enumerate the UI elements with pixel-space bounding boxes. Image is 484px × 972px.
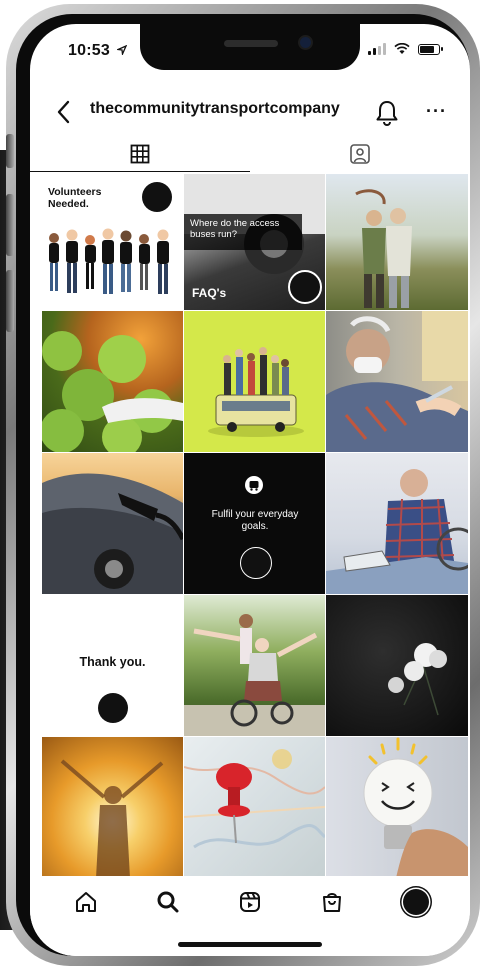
- post-heading: Volunteers Needed.: [48, 186, 102, 210]
- battery-icon: [418, 43, 443, 55]
- post-tile[interactable]: Volunteers Needed.: [42, 174, 183, 310]
- vaccine-photo: [326, 311, 468, 452]
- car-charging-photo: [42, 473, 183, 594]
- flowers-photo: [388, 643, 447, 716]
- brand-logo: [240, 547, 272, 579]
- post-tile[interactable]: Thank you.: [42, 595, 183, 736]
- signal-icon: [368, 43, 386, 55]
- post-tile[interactable]: [326, 311, 468, 452]
- nav-reels[interactable]: [236, 888, 264, 916]
- speaker: [224, 40, 278, 47]
- elderly-couple-photo: [355, 189, 412, 308]
- wifi-icon: [394, 43, 410, 54]
- post-tile[interactable]: [42, 453, 183, 594]
- post-tile[interactable]: [42, 737, 183, 878]
- post-tile[interactable]: [184, 737, 325, 878]
- post-tile[interactable]: Fulfil your everyday goals.: [184, 453, 325, 594]
- camera: [300, 37, 311, 48]
- nav-search[interactable]: [154, 888, 182, 916]
- screen: 10:53 thecommunitytransportcompany ··· V…: [30, 24, 470, 956]
- volunteers-illustration: [49, 228, 169, 294]
- nav-profile[interactable]: [402, 888, 430, 916]
- post-tile[interactable]: [326, 737, 468, 878]
- brand-logo: [98, 693, 128, 723]
- search-icon: [157, 891, 179, 913]
- post-tile[interactable]: [184, 595, 325, 736]
- brand-logo: [142, 182, 172, 212]
- map-pins-photo: [184, 749, 325, 849]
- home-icon: [76, 892, 96, 912]
- smiling-lightbulb-photo: [363, 737, 468, 878]
- shop-icon: [323, 893, 341, 912]
- post-tile[interactable]: [326, 453, 468, 594]
- post-tile[interactable]: Where do the access buses run? FAQ's: [184, 174, 325, 310]
- status-icons: [368, 43, 443, 55]
- volume-down-button: [6, 270, 14, 332]
- profile-username: thecommunitytransportcompany: [90, 100, 340, 117]
- location-arrow-icon: [115, 44, 127, 57]
- more-options-button[interactable]: ···: [426, 102, 447, 120]
- volume-up-button: [6, 194, 14, 256]
- profile-header: thecommunitytransportcompany ···: [30, 92, 470, 132]
- post-caption-text: Where do the access buses run?: [190, 218, 280, 240]
- mute-switch: [6, 134, 14, 168]
- notch: [140, 24, 360, 70]
- home-indicator: [178, 942, 322, 947]
- bus-stop-icon: [245, 476, 263, 494]
- reels-icon: [240, 892, 260, 912]
- tab-tagged[interactable]: [250, 136, 470, 172]
- profile-tabs: [30, 136, 470, 174]
- brand-logo: [288, 270, 322, 304]
- man-ironing-photo: [326, 469, 468, 594]
- post-tile[interactable]: [184, 311, 325, 452]
- bell-icon[interactable]: [374, 98, 400, 126]
- post-footer: FAQ's: [192, 286, 227, 300]
- toy-bus-illustration: [208, 347, 304, 437]
- post-tile[interactable]: [326, 174, 468, 310]
- post-caption-text: Fulfil your everyday goals.: [211, 509, 299, 532]
- woman-wheelchair-photo: [184, 614, 325, 736]
- tagged-person-icon: [350, 144, 370, 164]
- post-tile[interactable]: [326, 595, 468, 736]
- grid-icon: [130, 144, 150, 163]
- status-time: 10:53: [68, 42, 127, 60]
- nav-home[interactable]: [72, 888, 100, 916]
- post-tile[interactable]: [42, 311, 183, 452]
- posts-grid: Volunteers Needed. Where do the access b…: [42, 174, 468, 878]
- profile-avatar-icon: [403, 889, 429, 915]
- phone-frame: 10:53 thecommunitytransportcompany ··· V…: [6, 4, 480, 966]
- tab-grid[interactable]: [30, 136, 250, 172]
- thank-you-text: Thank you.: [79, 655, 146, 669]
- nav-shop[interactable]: [318, 888, 346, 916]
- woman-sunlight-photo: [60, 759, 164, 878]
- chevron-left-icon[interactable]: [54, 98, 74, 126]
- apples-photo: [42, 331, 183, 452]
